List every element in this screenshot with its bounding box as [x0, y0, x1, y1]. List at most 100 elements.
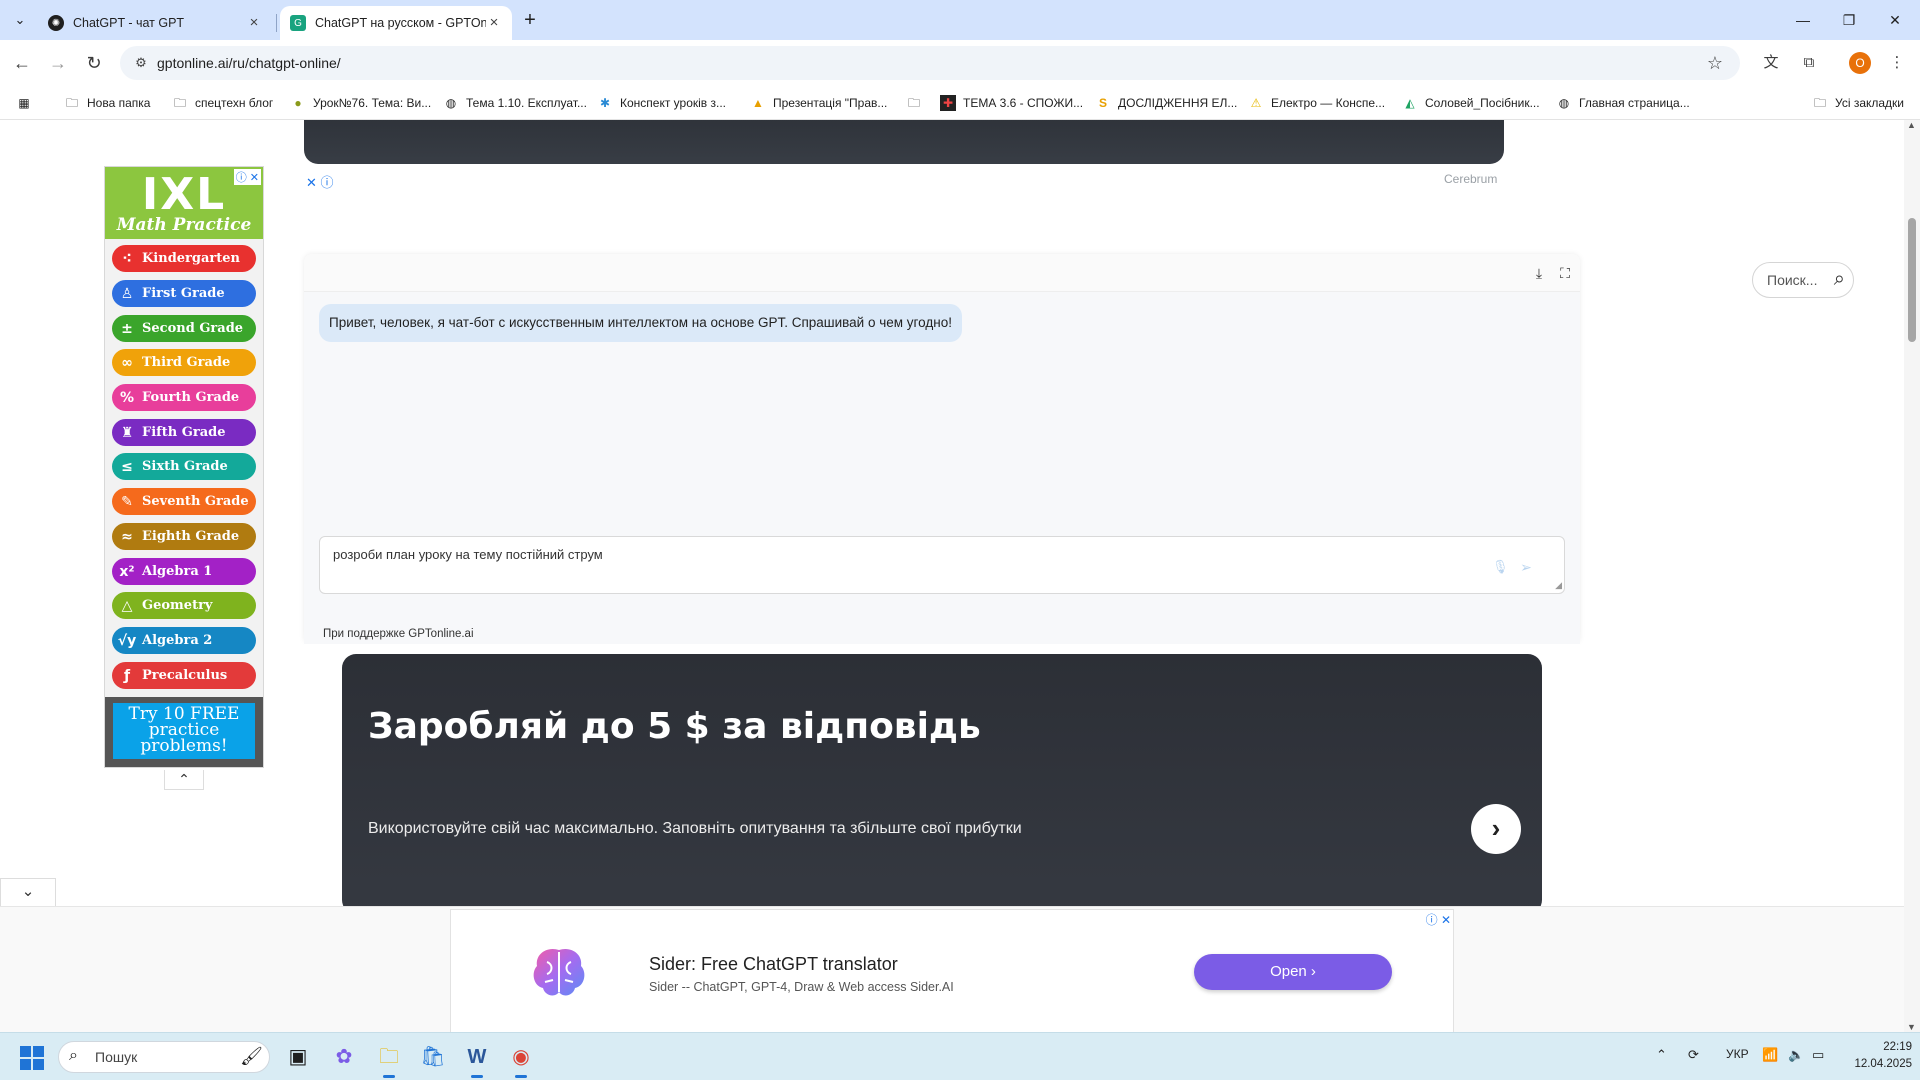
translate-icon[interactable]: 文 — [1758, 50, 1784, 76]
scroll-down-icon[interactable]: ▼ — [1907, 1022, 1916, 1032]
grade-label: Third Grade — [142, 355, 231, 370]
powered-by-text[interactable]: При поддержке GPTonline.ai — [323, 628, 474, 640]
bookmark-item[interactable]: 🗀 спецтехн блог — [172, 94, 273, 112]
volume-icon[interactable]: 🔈 — [1788, 1047, 1804, 1063]
bookmark-star-icon[interactable]: ☆ — [1704, 52, 1726, 74]
grade-algebra-2[interactable]: √y Algebra 2 — [112, 627, 256, 654]
grade-sixth[interactable]: ≤ Sixth Grade — [112, 453, 256, 480]
chevron-down-icon[interactable]: ⌄ — [0, 878, 56, 906]
bookmark-item[interactable]: ◍ Главная страница... — [1556, 94, 1690, 112]
copilot-icon[interactable]: ✿ — [330, 1043, 358, 1071]
chrome-icon[interactable]: ◉ — [507, 1043, 535, 1078]
bookmark-item[interactable]: ⚠ Електро — Конспе... — [1248, 94, 1385, 112]
collapse-ad-chevron-icon[interactable]: ⌃ — [164, 770, 204, 790]
restore-button[interactable]: ❐ — [1826, 6, 1872, 34]
grade-third[interactable]: ∞ Third Grade — [112, 349, 256, 376]
bookmark-item[interactable]: ◍ Тема 1.10. Експлуат... — [443, 94, 587, 112]
grade-seventh[interactable]: ✎ Seventh Grade — [112, 488, 256, 515]
ad-close-icon[interactable]: ⓘ ✕ — [233, 169, 261, 185]
menu-kebab-icon[interactable]: ⋮ — [1884, 50, 1910, 76]
grade-eighth[interactable]: ≈ Eighth Grade — [112, 523, 256, 550]
page-scrollbar[interactable]: ▲ ▼ — [1904, 120, 1920, 1032]
tab-search-chevron-icon[interactable]: ⌄ — [6, 6, 34, 34]
scrollbar-thumb[interactable] — [1908, 218, 1916, 342]
input-language[interactable]: УКР — [1726, 1047, 1749, 1061]
bot-message: Привет, человек, я чат-бот с искусственн… — [319, 304, 962, 342]
grade-fifth[interactable]: ♜ Fifth Grade — [112, 419, 256, 446]
grade-first[interactable]: ♙ First Grade — [112, 280, 256, 307]
chat-input[interactable]: розроби план уроку на тему постійний стр… — [319, 536, 1565, 594]
ixl-header[interactable]: IXL Math Practice ⓘ ✕ — [105, 167, 263, 239]
sider-ad[interactable]: Sider: Free ChatGPT translator Sider -- … — [450, 909, 1454, 1033]
new-tab-button[interactable]: + — [518, 8, 542, 32]
close-tab-icon[interactable]: × — [486, 15, 502, 31]
bookmark-item[interactable]: S ДОСЛІДЖЕННЯ ЕЛ... — [1095, 94, 1237, 112]
forward-arrow-icon[interactable]: → — [44, 49, 72, 77]
bookmark-item[interactable]: ◭ Соловей_Посібник... — [1402, 94, 1539, 112]
grade-fourth[interactable]: % Fourth Grade — [112, 384, 256, 411]
grade-precalculus[interactable]: ƒ Precalculus — [112, 662, 256, 689]
address-bar[interactable]: ⚙ gptonline.ai/ru/chatgpt-online/ ☆ — [120, 46, 1740, 80]
sider-ad-title[interactable]: Sider: Free ChatGPT translator — [649, 954, 898, 975]
chat-input-text[interactable]: розроби план уроку на тему постійний стр… — [333, 547, 603, 562]
ixl-ad[interactable]: IXL Math Practice ⓘ ✕ ⁖ Kindergarten ♙ Fir… — [104, 166, 264, 768]
chevron-right-icon[interactable]: › — [1471, 804, 1521, 854]
store-icon[interactable]: 🛍 — [419, 1043, 447, 1071]
wifi-icon[interactable]: 📶 — [1762, 1047, 1778, 1063]
taskbar-search[interactable]: ⌕ Пошук 🖌 — [58, 1041, 270, 1073]
promo-ad[interactable]: Заробляй до 5 $ за відповідь Використову… — [342, 654, 1542, 906]
grade-geometry[interactable]: △ Geometry — [112, 592, 256, 619]
windows-start-icon[interactable] — [20, 1046, 44, 1070]
profile-avatar[interactable]: O — [1849, 52, 1871, 74]
search-icon[interactable]: ⌕ — [1834, 268, 1845, 291]
back-arrow-icon[interactable]: ← — [8, 49, 36, 77]
ad-close-icon[interactable]: ⓘ ✕ — [1426, 911, 1451, 928]
ixl-cta-frame[interactable]: Try 10 FREE practice problems! — [105, 697, 263, 767]
folder-icon: 🗀 — [907, 96, 920, 110]
bookmark-folder[interactable]: 🗀 — [906, 94, 929, 112]
url-text[interactable]: gptonline.ai/ru/chatgpt-online/ — [157, 46, 341, 80]
bookmark-item[interactable]: ▲ Презентація "Прав... — [750, 94, 887, 112]
task-view-icon[interactable]: ▣ — [284, 1043, 312, 1071]
word-icon[interactable]: W — [463, 1043, 491, 1078]
reload-icon[interactable]: ↻ — [80, 49, 108, 77]
extensions-icon[interactable]: ⧉ — [1796, 50, 1822, 76]
presentation-icon: ▲ — [752, 96, 764, 110]
bookmark-label: Усі закладки — [1835, 96, 1905, 110]
tab-gptonline[interactable]: G ChatGPT на русском - GPTOnline × — [280, 6, 512, 40]
battery-icon[interactable]: ▭ — [1812, 1047, 1824, 1063]
ixl-cta-button[interactable]: Try 10 FREE practice problems! — [113, 703, 255, 759]
open-button[interactable]: Open › — [1194, 954, 1392, 990]
send-icon[interactable]: ➢ — [1518, 559, 1534, 577]
sync-icon[interactable]: ⟳ — [1688, 1047, 1699, 1063]
bookmark-item[interactable]: ● Урок№76. Тема: Ви... — [290, 94, 431, 112]
grade-second[interactable]: ± Second Grade — [112, 315, 256, 342]
grade-icon: △ — [121, 597, 133, 614]
bookmark-item[interactable]: 🗀 Нова папка — [64, 94, 150, 112]
top-ad-banner[interactable] — [304, 120, 1504, 164]
all-bookmarks[interactable]: 🗀 Усі закладки — [1812, 94, 1904, 112]
minimize-button[interactable]: — — [1780, 6, 1826, 34]
site-icon: ● — [294, 96, 302, 110]
close-tab-icon[interactable]: × — [246, 15, 262, 31]
tab-chatgpt-chat[interactable]: ✺ ChatGPT - чат GPT × — [38, 6, 272, 40]
bookmark-item[interactable]: ✱ Конспект уроків з... — [597, 94, 726, 112]
close-window-button[interactable]: ✕ — [1872, 6, 1918, 34]
apps-grid-icon[interactable]: ▦ — [16, 94, 39, 112]
grade-algebra-1[interactable]: x² Algebra 1 — [112, 558, 256, 585]
bookmark-item[interactable]: ✚ ТЕМА 3.6 - СПОЖИ... — [940, 94, 1083, 112]
show-hidden-icons-chevron-icon[interactable]: ⌃ — [1656, 1047, 1667, 1063]
resize-grip-icon[interactable]: ◢ — [1555, 580, 1562, 591]
clock[interactable]: 22:19 12.04.2025 — [1852, 1039, 1912, 1073]
ad-choices-icon[interactable]: ✕ ⓘ — [306, 172, 334, 191]
grade-kindergarten[interactable]: ⁖ Kindergarten — [112, 245, 256, 272]
site-search-input[interactable]: Поиск... ⌕ — [1752, 262, 1854, 298]
scroll-up-icon[interactable]: ▲ — [1907, 120, 1916, 130]
fullscreen-icon[interactable]: ⛶ — [1556, 264, 1574, 282]
download-icon[interactable]: ⤓ — [1530, 264, 1548, 282]
chat-input-area: розроби план уроку на тему постійний стр… — [304, 536, 1580, 644]
microphone-icon[interactable]: 🎙 — [1492, 559, 1509, 577]
site-info-icon[interactable]: ⚙ — [132, 54, 150, 72]
file-explorer-icon[interactable]: 🗀 — [375, 1043, 403, 1078]
taskbar: ⌕ Пошук 🖌 ▣ ✿ 🗀 🛍 W ◉ ⌃ ⟳ УКР 📶 🔈 ▭ 22:1… — [0, 1032, 1920, 1080]
